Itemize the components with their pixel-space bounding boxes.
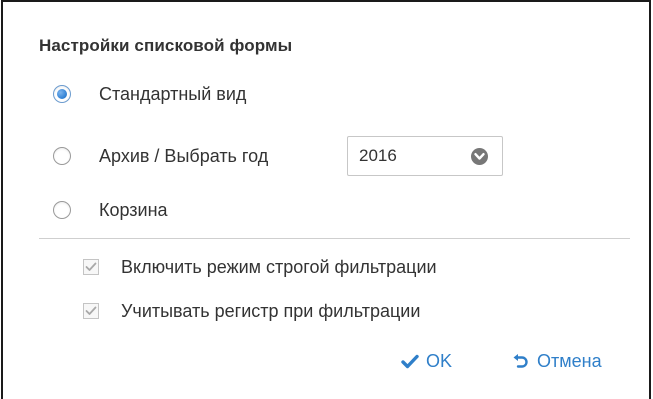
ok-button-label: OK	[426, 350, 453, 371]
radio-option-trash[interactable]: Корзина	[53, 194, 168, 226]
radio-label-trash: Корзина	[99, 199, 168, 220]
radio-label-standard-view: Стандартный вид	[99, 83, 247, 104]
radio-button-trash[interactable]	[53, 201, 71, 219]
divider	[39, 238, 630, 239]
radio-button-archive[interactable]	[53, 147, 71, 165]
checkbox-row-strict-filtering[interactable]: Включить режим строгой фильтрации	[83, 252, 437, 282]
cancel-button[interactable]: Отмена	[512, 346, 602, 376]
undo-icon	[513, 353, 528, 368]
radio-label-archive: Архив / Выбрать год	[99, 145, 269, 166]
chevron-down-circle-icon[interactable]	[471, 147, 488, 165]
checkbox-case-sensitive[interactable]	[83, 303, 99, 319]
panel-title: Настройки списковой формы	[39, 36, 293, 55]
checkbox-label-strict-filtering: Включить режим строгой фильтрации	[121, 256, 437, 277]
radio-option-archive[interactable]: Архив / Выбрать год	[53, 140, 268, 172]
radio-button-standard-view[interactable]	[53, 85, 71, 103]
year-select[interactable]: 2016	[347, 136, 503, 176]
checkbox-row-case-sensitive[interactable]: Учитывать регистр при фильтрации	[83, 296, 420, 326]
list-form-settings-panel: Настройки списковой формы Стандартный ви…	[1, 0, 651, 399]
checkmark-icon	[85, 262, 97, 271]
checkmark-icon	[85, 306, 97, 315]
year-select-value: 2016	[359, 146, 397, 165]
checkbox-label-case-sensitive: Учитывать регистр при фильтрации	[121, 300, 421, 321]
cancel-button-label: Отмена	[537, 350, 602, 371]
radio-selected-dot-icon	[57, 89, 67, 99]
checkbox-strict-filtering[interactable]	[83, 259, 99, 275]
ok-button[interactable]: OK	[401, 346, 452, 376]
radio-option-standard-view[interactable]: Стандартный вид	[53, 78, 246, 110]
checkmark-icon	[401, 354, 419, 368]
